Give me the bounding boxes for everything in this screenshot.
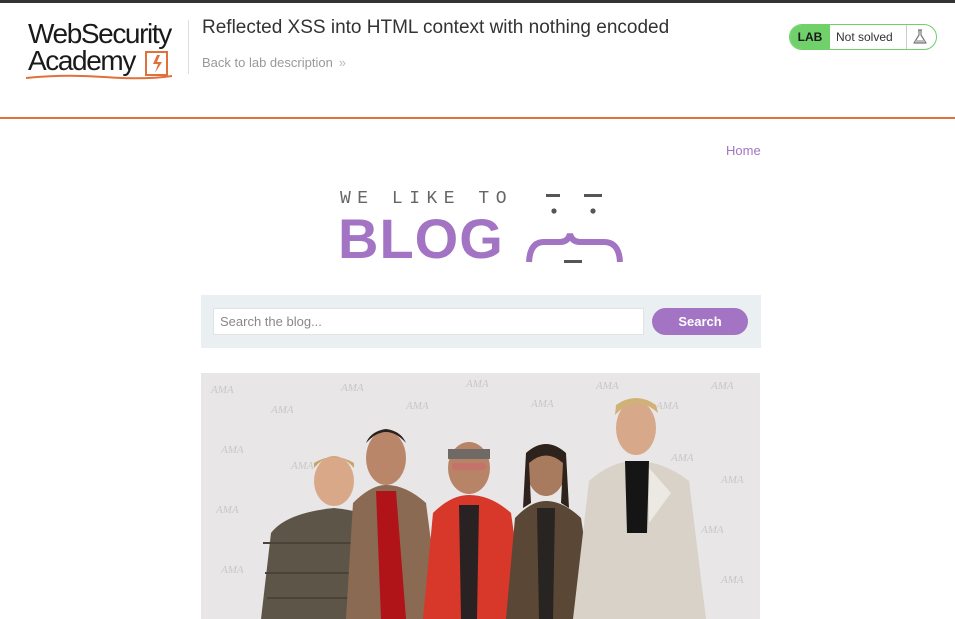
- svg-text:AMA: AMA: [215, 504, 239, 516]
- svg-text:AMA: AMA: [595, 380, 619, 392]
- lab-badge: LAB: [790, 25, 830, 49]
- svg-text:AMA: AMA: [290, 460, 314, 472]
- blog-wordmark: BLOG: [338, 207, 504, 270]
- logo-text-line2: Academy: [28, 45, 136, 76]
- search-input[interactable]: [213, 308, 644, 335]
- back-to-lab-description-link[interactable]: Back to lab description »: [202, 55, 346, 70]
- search-button[interactable]: Search: [652, 308, 748, 335]
- group-photo-image: AMAAMAAMA AMAAMAAMA AMAAMAAMA AMAAMAAMA …: [201, 373, 760, 619]
- status-separator: [906, 25, 907, 49]
- svg-text:AMA: AMA: [670, 452, 694, 464]
- blog-tagline: WE LIKE TO: [340, 189, 514, 209]
- svg-text:AMA: AMA: [220, 444, 244, 456]
- logo-text-line1: WebSecurity: [28, 18, 172, 49]
- lab-header: WebSecurity Academy Reflected XSS into H…: [0, 3, 955, 117]
- svg-text:AMA: AMA: [465, 378, 489, 390]
- back-link-label: Back to lab description: [202, 55, 333, 70]
- svg-text:AMA: AMA: [220, 564, 244, 576]
- svg-text:AMA: AMA: [340, 382, 364, 394]
- svg-text:AMA: AMA: [720, 474, 744, 486]
- svg-text:AMA: AMA: [530, 398, 554, 410]
- blog-post-image[interactable]: AMA AMA AMA AMA AMA AMA AMA AMA AMA AMA AMA AMA …: [201, 373, 760, 619]
- svg-text:AMA: AMA: [720, 574, 744, 586]
- lab-title: Reflected XSS into HTML context with not…: [202, 17, 670, 38]
- nav-home-link[interactable]: Home: [726, 143, 761, 158]
- flask-icon: [913, 29, 927, 44]
- header-orange-rule: [0, 117, 955, 119]
- blog-logo: WE LIKE TO BLOG: [338, 186, 628, 270]
- svg-text:AMA: AMA: [700, 524, 724, 536]
- lab-status-widget: LAB Not solved: [789, 24, 937, 50]
- svg-text:AMA: AMA: [210, 384, 234, 396]
- web-security-academy-logo[interactable]: WebSecurity Academy: [24, 17, 189, 81]
- lab-status-text: Not solved: [836, 30, 893, 44]
- logo-underline: [25, 74, 173, 80]
- svg-text:AMA: AMA: [655, 400, 679, 412]
- svg-text:AMA: AMA: [270, 404, 294, 416]
- svg-text:AMA: AMA: [710, 380, 734, 392]
- header-divider: [188, 20, 189, 74]
- chevron-right-icon: »: [338, 55, 347, 70]
- svg-text:AMA: AMA: [405, 400, 429, 412]
- curly-brace-face-icon: [526, 194, 623, 263]
- search-panel: Search: [201, 295, 761, 348]
